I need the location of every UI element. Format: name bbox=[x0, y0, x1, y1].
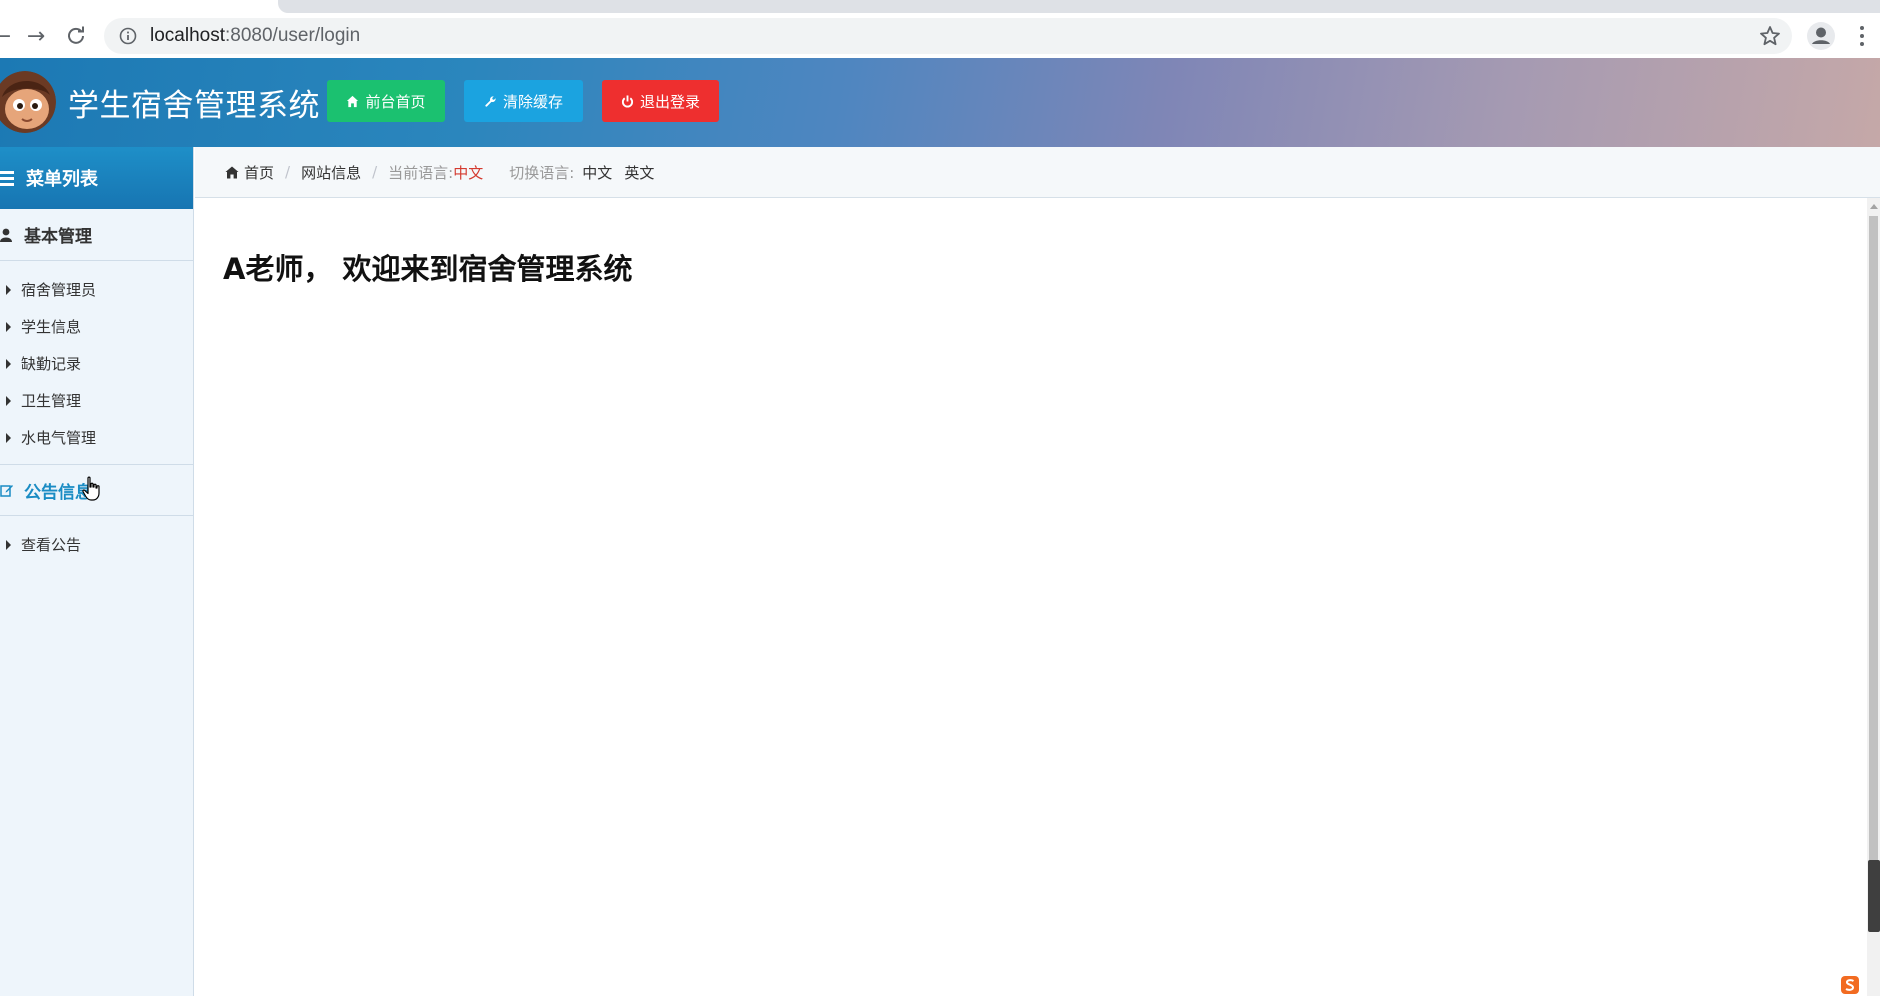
sidebar-item-utilities[interactable]: 水电气管理 bbox=[0, 419, 193, 456]
caret-right-icon bbox=[6, 358, 11, 369]
sidebar-group-basic-label: 基本管理 bbox=[24, 227, 92, 247]
page-scrollbar[interactable] bbox=[1867, 198, 1880, 996]
logout-button[interactable]: 退出登录 bbox=[602, 80, 719, 122]
ime-logo-icon bbox=[1840, 975, 1860, 995]
browser-menu-icon[interactable] bbox=[1852, 22, 1872, 50]
caret-right-icon bbox=[6, 321, 11, 332]
sidebar: 菜单列表 基本管理 宿舍管理员 学生信息 缺勤记录 卫生管理 水电气管理 公告信… bbox=[0, 147, 194, 996]
sidebar-item-student-info[interactable]: 学生信息 bbox=[0, 308, 193, 345]
profile-avatar-icon[interactable] bbox=[1806, 21, 1836, 51]
sidebar-heading-label: 菜单列表 bbox=[26, 169, 98, 190]
welcome-heading: A老师， 欢迎来到宿舍管理系统 bbox=[223, 252, 633, 286]
home-button[interactable]: 前台首页 bbox=[327, 80, 445, 122]
sidebar-heading: 菜单列表 bbox=[0, 147, 193, 209]
sidebar-item-label: 卫生管理 bbox=[21, 392, 82, 410]
caret-right-icon bbox=[6, 395, 11, 406]
clear-cache-label: 清除缓存 bbox=[502, 92, 563, 111]
power-icon bbox=[621, 94, 633, 107]
scrollbar-thumb[interactable] bbox=[1868, 860, 1880, 932]
url-path: :8080/user/login bbox=[225, 25, 361, 46]
url-host: localhost bbox=[150, 25, 225, 46]
home-button-label: 前台首页 bbox=[365, 92, 426, 111]
sidebar-item-dorm-admin[interactable]: 宿舍管理员 bbox=[0, 271, 193, 308]
bookmark-star-icon[interactable] bbox=[1758, 24, 1782, 48]
edit-icon bbox=[0, 483, 14, 497]
address-bar[interactable]: localhost:8080/user/login bbox=[104, 18, 1792, 54]
sidebar-item-label: 缺勤记录 bbox=[21, 355, 82, 373]
caret-right-icon bbox=[6, 539, 11, 550]
breadcrumb: 首页 / 网站信息 / 当前语言: 中文 切换语言: 中文 英文 bbox=[195, 147, 1880, 198]
menu-list-icon bbox=[0, 170, 14, 186]
breadcrumb-separator: / bbox=[372, 163, 378, 181]
home-icon bbox=[225, 166, 239, 178]
sidebar-item-label: 学生信息 bbox=[21, 318, 82, 336]
sidebar-item-view-notices[interactable]: 查看公告 bbox=[0, 526, 193, 563]
main-content: A老师， 欢迎来到宿舍管理系统 bbox=[195, 198, 1867, 996]
home-icon bbox=[347, 95, 359, 107]
logo-avatar bbox=[0, 71, 56, 133]
language-option-en[interactable]: 英文 bbox=[624, 162, 654, 183]
sidebar-group-basic[interactable]: 基本管理 bbox=[0, 209, 193, 261]
user-icon bbox=[0, 228, 14, 242]
caret-right-icon bbox=[6, 432, 11, 443]
site-info-icon[interactable] bbox=[118, 26, 138, 46]
sidebar-item-absence-records[interactable]: 缺勤记录 bbox=[0, 345, 193, 382]
back-arrow-icon[interactable]: ← bbox=[0, 20, 18, 52]
current-language-value: 中文 bbox=[453, 163, 484, 182]
tab-strip bbox=[278, 0, 1880, 13]
sidebar-item-label: 水电气管理 bbox=[21, 429, 97, 447]
switch-language-label: 切换语言: bbox=[509, 163, 575, 182]
breadcrumb-site-info[interactable]: 网站信息 bbox=[301, 162, 361, 183]
current-language-label: 当前语言: bbox=[388, 163, 454, 182]
sidebar-item-hygiene[interactable]: 卫生管理 bbox=[0, 382, 193, 419]
breadcrumb-home[interactable]: 首页 bbox=[244, 162, 274, 183]
url-text: localhost:8080/user/login bbox=[150, 25, 360, 47]
caret-right-icon bbox=[6, 284, 11, 295]
reload-icon[interactable] bbox=[60, 20, 92, 52]
sidebar-item-label: 宿舍管理员 bbox=[21, 281, 97, 299]
logout-label: 退出登录 bbox=[639, 92, 700, 111]
wrench-icon bbox=[485, 95, 496, 107]
hand-cursor-icon bbox=[82, 476, 102, 502]
app-header: 学生宿舍管理系统 前台首页 清除缓存 退出登录 bbox=[0, 58, 1880, 147]
breadcrumb-separator: / bbox=[285, 163, 291, 181]
sidebar-basic-list: 宿舍管理员 学生信息 缺勤记录 卫生管理 水电气管理 bbox=[0, 261, 193, 464]
browser-chrome: ← → localhost:8080/user/login bbox=[0, 0, 1880, 58]
sidebar-item-label: 查看公告 bbox=[21, 536, 82, 554]
scrollbar-track bbox=[1869, 216, 1878, 916]
clear-cache-button[interactable]: 清除缓存 bbox=[464, 80, 583, 122]
app-title: 学生宿舍管理系统 bbox=[68, 88, 320, 124]
language-option-zh[interactable]: 中文 bbox=[582, 162, 612, 183]
scroll-up-arrow-icon[interactable] bbox=[1870, 204, 1878, 209]
forward-arrow-icon[interactable]: → bbox=[20, 20, 52, 52]
sidebar-notice-list: 查看公告 bbox=[0, 516, 193, 571]
